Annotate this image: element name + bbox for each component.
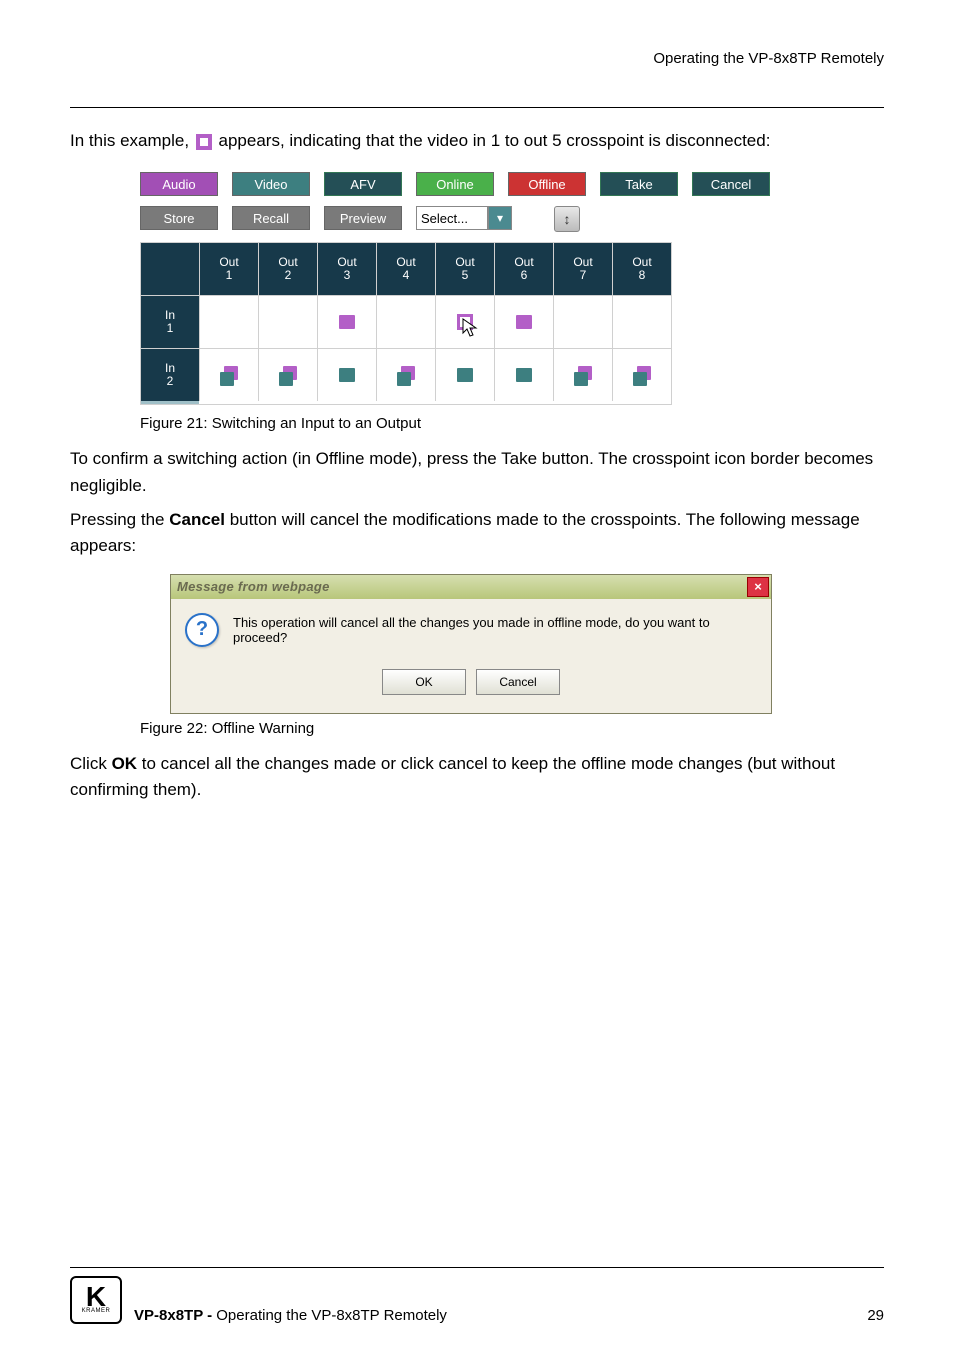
preview-button[interactable]: Preview — [324, 206, 402, 230]
figure22-caption: Figure 22: Offline Warning — [140, 720, 884, 737]
toolbar: Audio Video AFV Online Offline Take Cancel Sto… — [140, 172, 770, 242]
row-header: In1 — [141, 296, 200, 349]
crosspoint-cell[interactable] — [554, 296, 613, 349]
col-header: Out1 — [200, 243, 259, 296]
take-button[interactable]: Take — [600, 172, 678, 196]
para-take: To confirm a switching action (in Offlin… — [70, 446, 884, 499]
online-button[interactable]: Online — [416, 172, 494, 196]
audio-mark-icon — [516, 315, 532, 329]
select-value: Select... — [416, 206, 488, 230]
page-number: 29 — [867, 1307, 884, 1324]
crosspoint-cell[interactable] — [318, 349, 377, 401]
col-header: Out7 — [554, 243, 613, 296]
intro-pre: In this example, — [70, 131, 194, 150]
row-header: In2 — [141, 349, 200, 401]
chevron-down-icon[interactable]: ▾ — [488, 206, 512, 230]
cancel-button[interactable]: Cancel — [692, 172, 770, 196]
col-header: Out8 — [613, 243, 671, 296]
crosspoint-cell[interactable] — [377, 296, 436, 349]
intro-para: In this example, appears, indicating tha… — [70, 128, 884, 154]
crosspoint-cell[interactable] — [200, 349, 259, 401]
para-ok: Click OK to cancel all the changes made … — [70, 751, 884, 804]
routing-grid: Out1Out2Out3Out4Out5Out6Out7Out8 In1In2 — [140, 242, 672, 405]
intro-post: appears, indicating that the video in 1 … — [219, 131, 771, 150]
crosspoint-cell[interactable] — [200, 296, 259, 349]
video-mark-icon — [457, 368, 473, 382]
col-header: Out4 — [377, 243, 436, 296]
footer-left: VP-8x8TP - Operating the VP-8x8TP Remote… — [134, 1307, 447, 1324]
cancel-button[interactable]: Cancel — [476, 669, 560, 695]
disconnected-crosspoint-icon — [196, 134, 212, 150]
crosspoint-cell[interactable] — [318, 296, 377, 349]
page-header-right: Operating the VP-8x8TP Remotely — [70, 50, 884, 67]
crosspoint-cell[interactable] — [495, 296, 554, 349]
video-button[interactable]: Video — [232, 172, 310, 196]
offline-warning-dialog: Message from webpage × ? This operation … — [170, 574, 772, 714]
video-mark-icon — [339, 368, 355, 382]
crosspoint-cell[interactable] — [613, 349, 671, 401]
brand-logo: K KRAMER — [70, 1276, 122, 1324]
crosspoint-cell[interactable] — [259, 296, 318, 349]
crosspoint-cell[interactable] — [259, 349, 318, 401]
crosspoint-cell[interactable] — [377, 349, 436, 401]
col-header: Out3 — [318, 243, 377, 296]
crosspoint-cell[interactable] — [554, 349, 613, 401]
recall-button[interactable]: Recall — [232, 206, 310, 230]
dialog-titlebar: Message from webpage × — [171, 575, 771, 599]
offline-button[interactable]: Offline — [508, 172, 586, 196]
col-header: Out6 — [495, 243, 554, 296]
dialog-message: This operation will cancel all the chang… — [233, 615, 757, 645]
para-cancel: Pressing the Cancel button will cancel t… — [70, 507, 884, 560]
ok-button[interactable]: OK — [382, 669, 466, 695]
crosspoint-cell[interactable] — [436, 349, 495, 401]
crosspoint-cell[interactable] — [495, 349, 554, 401]
crosspoint-cell[interactable] — [613, 296, 671, 349]
video-mark-icon — [516, 368, 532, 382]
col-header: Out5 — [436, 243, 495, 296]
header-rule — [70, 107, 884, 108]
close-icon[interactable]: × — [747, 577, 769, 597]
col-header: Out2 — [259, 243, 318, 296]
preset-select[interactable]: Select... ▾ — [416, 206, 512, 230]
store-button[interactable]: Store — [140, 206, 218, 230]
audio-button[interactable]: Audio — [140, 172, 218, 196]
cursor-icon — [462, 318, 480, 338]
page-footer: K KRAMER VP-8x8TP - Operating the VP-8x8… — [0, 1267, 954, 1324]
question-icon: ? — [185, 613, 219, 647]
audio-mark-icon — [339, 315, 355, 329]
afv-button[interactable]: AFV — [324, 172, 402, 196]
crosspoint-cell[interactable] — [436, 296, 495, 349]
swap-icon[interactable]: ↕ — [554, 206, 580, 232]
grid-corner — [141, 243, 200, 296]
grid-underline — [141, 401, 199, 404]
dialog-title: Message from webpage — [177, 579, 330, 594]
figure21-caption: Figure 21: Switching an Input to an Outp… — [140, 415, 884, 432]
